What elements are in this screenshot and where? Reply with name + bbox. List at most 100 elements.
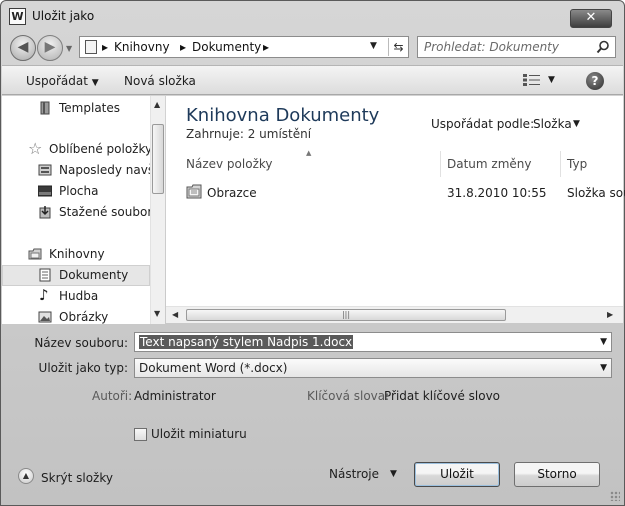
scroll-left-icon[interactable]: ◀ [172, 310, 178, 319]
tools-dropdown-icon[interactable]: ▼ [390, 469, 397, 479]
scroll-thumb[interactable] [152, 124, 164, 194]
file-name: Obrazce [207, 186, 257, 200]
arrange-by-dropdown[interactable]: Složka [533, 117, 572, 131]
resize-grip-icon[interactable] [610, 491, 620, 501]
save-thumbnail-checkbox[interactable] [134, 428, 147, 441]
search-icon[interactable] [596, 40, 610, 54]
word-app-icon: W [9, 8, 26, 25]
locations-link[interactable]: 2 umístění [248, 127, 311, 141]
library-title: Knihovna Dokumenty [186, 105, 380, 126]
music-icon: ♪ [39, 286, 49, 304]
help-icon[interactable]: ? [586, 72, 604, 90]
library-subtitle: Zahrnuje: 2 umístění [186, 127, 311, 141]
nav-item-recent-places[interactable]: Naposledy navští [2, 160, 162, 181]
nav-item-label: Plocha [59, 184, 99, 198]
organize-button[interactable]: Uspořádat ▼ [26, 74, 99, 88]
nav-item-label: Dokumenty [59, 268, 129, 282]
filename-input[interactable]: Text napsaný stylem Nadpis 1.docx [139, 335, 354, 349]
keywords-label: Klíčová slova: [307, 389, 390, 403]
recent-pages-dropdown-icon[interactable]: ▼ [66, 44, 72, 53]
column-header-name[interactable]: Název položky [186, 157, 272, 171]
pictures-icon [38, 311, 52, 323]
authors-value[interactable]: Administrator [134, 389, 216, 403]
save-type-dropdown-icon[interactable]: ▼ [600, 363, 607, 373]
authors-label: Autoři: [92, 389, 133, 403]
save-as-dialog: W Uložit jako ✕ ◀ ▶ ▼ ▸ Knihovny ▸ Dokum… [0, 0, 625, 506]
arrange-by-label: Uspořádat podle: [431, 117, 535, 131]
nav-item-music[interactable]: ♪ Hudba [2, 286, 150, 307]
nav-item-favorites[interactable]: ☆ Oblíbené položky [2, 139, 153, 160]
file-date: 31.8.2010 10:55 [447, 186, 547, 200]
search-box[interactable]: Prohledat: Dokumenty [417, 36, 616, 58]
filename-dropdown-icon[interactable]: ▼ [600, 337, 607, 347]
scroll-right-icon[interactable]: ▶ [607, 310, 613, 319]
star-icon: ☆ [28, 139, 43, 158]
column-header-date[interactable]: Datum změny [447, 157, 532, 171]
keywords-value[interactable]: Přidat klíčové slovo [384, 389, 500, 403]
organize-label: Uspořádat [26, 74, 88, 88]
scroll-up-icon[interactable]: ▲ [154, 100, 160, 109]
refresh-icon[interactable]: ⇆ [388, 38, 408, 56]
file-type: Složka sou [567, 186, 625, 200]
breadcrumb-libraries[interactable]: Knihovny [114, 40, 170, 54]
save-button[interactable]: Uložit [414, 462, 500, 487]
library-location-icon [85, 40, 97, 54]
search-input[interactable]: Prohledat: Dokumenty [424, 40, 559, 54]
recent-places-icon [38, 164, 52, 176]
command-bar: Uspořádat ▼ Nová složka ▼ ? [2, 65, 623, 95]
hide-folders-button[interactable]: Skrýt složky [41, 471, 113, 485]
horizontal-scrollbar[interactable]: ◀ ||| ▶ [166, 306, 623, 323]
save-type-value: Dokument Word (*.docx) [139, 361, 288, 375]
filename-label: Název souboru: [34, 336, 128, 350]
tools-button[interactable]: Nástroje [329, 467, 379, 481]
filename-field[interactable]: Text napsaný stylem Nadpis 1.docx ▼ [134, 332, 612, 352]
nav-item-desktop[interactable]: Plocha [2, 181, 150, 202]
nav-item-label: Hudba [59, 289, 99, 303]
back-button[interactable]: ◀ [10, 35, 36, 61]
nav-item-label: Oblíbené položky [49, 142, 153, 156]
nav-item-documents[interactable]: Dokumenty [2, 265, 150, 286]
save-thumbnail-label[interactable]: Uložit miniaturu [151, 427, 247, 441]
nav-item-label: Stažené soubory [59, 205, 160, 219]
nav-item-pictures[interactable]: Obrázky [2, 307, 150, 328]
address-bar[interactable]: ▸ Knihovny ▸ Dokumenty ▸ ▼ ⇆ [79, 36, 409, 58]
forward-arrow-icon: ▶ [44, 39, 56, 55]
column-divider[interactable] [440, 151, 441, 177]
nav-item-downloads[interactable]: Stažené soubory [2, 202, 159, 223]
nav-item-label: Templates [59, 101, 121, 115]
libraries-icon [28, 248, 42, 260]
folder-icon [186, 184, 202, 199]
close-button[interactable]: ✕ [570, 9, 612, 28]
desktop-icon [38, 185, 52, 197]
table-row[interactable]: Obrazce 31.8.2010 10:55 Složka sou [166, 182, 625, 204]
column-header-type[interactable]: Typ [567, 157, 587, 171]
save-type-label: Uložit jako typ: [38, 361, 128, 375]
templates-folder-icon [40, 101, 50, 115]
save-type-select[interactable]: Dokument Word (*.docx) ▼ [134, 358, 612, 378]
cancel-button[interactable]: Storno [514, 462, 600, 487]
breadcrumb-separator-icon[interactable]: ▸ [180, 40, 186, 54]
scroll-down-icon[interactable]: ▼ [154, 309, 160, 318]
window-title: Uložit jako [32, 9, 95, 23]
downloads-icon [39, 206, 51, 219]
title-bar: W Uložit jako ✕ [1, 1, 624, 31]
column-divider[interactable] [560, 151, 561, 177]
nav-item-libraries[interactable]: Knihovny [2, 244, 150, 265]
forward-button[interactable]: ▶ [37, 35, 63, 61]
address-dropdown-icon[interactable]: ▼ [370, 41, 377, 51]
new-folder-button[interactable]: Nová složka [124, 74, 196, 88]
nav-item-label: Obrázky [59, 310, 109, 324]
views-dropdown-icon[interactable]: ▼ [548, 75, 555, 85]
navigation-scrollbar[interactable]: ▲ ▼ [150, 96, 165, 324]
document-icon [39, 268, 51, 282]
breadcrumb-separator-icon[interactable]: ▸ [102, 40, 108, 54]
hide-folders-icon[interactable]: ▲ [18, 468, 34, 484]
arrange-by-dropdown-icon[interactable]: ▼ [573, 119, 580, 129]
breadcrumb-separator-icon[interactable]: ▸ [263, 40, 269, 54]
nav-item-templates[interactable]: Templates [2, 98, 150, 119]
file-list-pane: Knihovna Dokumenty Zahrnuje: 2 umístění … [166, 96, 625, 306]
back-arrow-icon: ◀ [17, 39, 29, 55]
scroll-thumb[interactable]: ||| [186, 309, 506, 321]
breadcrumb-documents[interactable]: Dokumenty [192, 40, 261, 54]
views-icon[interactable] [522, 73, 542, 87]
